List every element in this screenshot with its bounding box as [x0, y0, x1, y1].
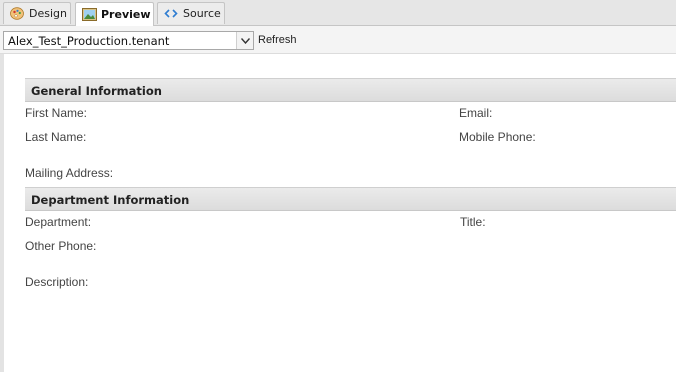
- chevron-down-icon[interactable]: [236, 32, 253, 49]
- form-preview-panel: General Information First Name: Email: L…: [0, 54, 676, 372]
- title-label: Title:: [460, 215, 486, 229]
- editor-tab-bar: Design Preview Source: [0, 0, 676, 26]
- last-name-label: Last Name:: [25, 130, 87, 144]
- design-icon: [10, 7, 24, 20]
- tenant-select-value: Alex_Test_Production.tenant: [8, 34, 170, 48]
- refresh-button[interactable]: Refresh: [258, 34, 297, 46]
- tab-preview-label: Preview: [101, 8, 151, 21]
- tab-design[interactable]: Design: [3, 2, 71, 24]
- preview-icon: [82, 8, 97, 21]
- tab-source[interactable]: Source: [157, 2, 225, 24]
- tenant-toolbar: Alex_Test_Production.tenant Refresh: [0, 26, 676, 54]
- mobile-phone-label: Mobile Phone:: [459, 130, 536, 144]
- department-label: Department:: [25, 215, 92, 229]
- tab-design-label: Design: [29, 7, 67, 20]
- mailing-address-label: Mailing Address:: [25, 166, 114, 180]
- general-information-header: General Information: [25, 78, 676, 102]
- source-icon: [164, 7, 178, 20]
- email-label: Email:: [459, 106, 493, 120]
- department-information-header: Department Information: [25, 187, 676, 211]
- first-name-label: First Name:: [25, 106, 88, 120]
- tab-preview[interactable]: Preview: [75, 2, 154, 26]
- description-label: Description:: [25, 275, 89, 289]
- other-phone-label: Other Phone:: [25, 239, 97, 253]
- tenant-select[interactable]: Alex_Test_Production.tenant: [3, 31, 254, 50]
- tab-source-label: Source: [183, 7, 221, 20]
